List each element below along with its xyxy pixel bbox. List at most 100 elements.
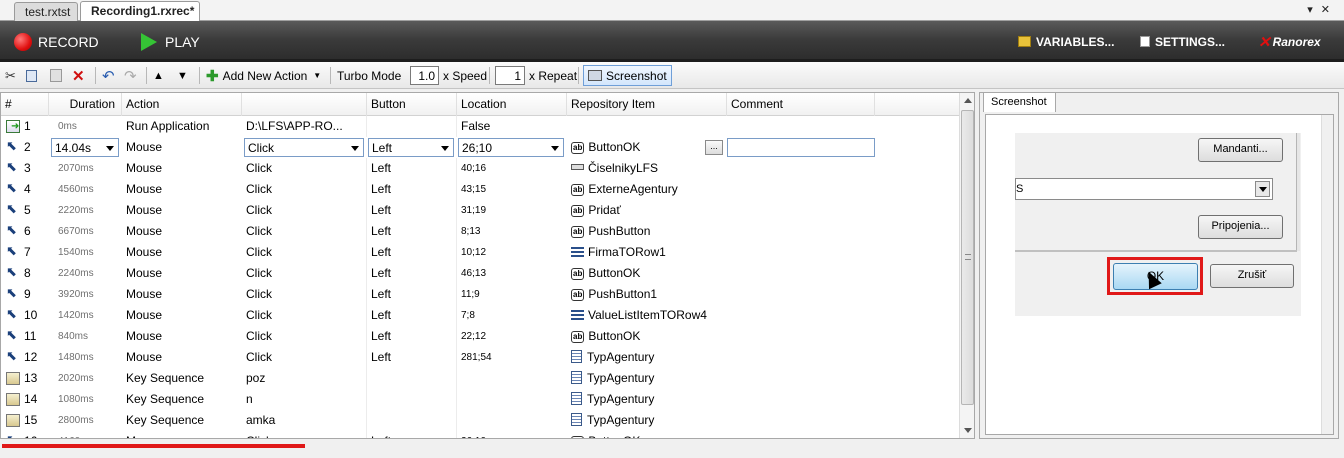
col-action[interactable]: Action	[122, 93, 242, 116]
button-dropdown[interactable]: Left	[368, 138, 454, 157]
action-cell[interactable]: Mouse	[122, 431, 240, 438]
paste-icon[interactable]	[50, 62, 62, 89]
argument-cell[interactable]: amka	[242, 410, 364, 431]
location-cell[interactable]: 281;54	[457, 347, 565, 368]
location-cell[interactable]: 22;12	[457, 326, 565, 347]
table-row[interactable]: ⬉ 9 3920ms Mouse Click Left 11;9 ab PushButton1	[1, 284, 959, 305]
action-cell[interactable]: Key Sequence	[122, 389, 240, 410]
argument-cell[interactable]: Click	[242, 179, 364, 200]
action-cell[interactable]: Mouse	[122, 242, 240, 263]
action-cell[interactable]: Run Application	[122, 116, 240, 137]
duration-cell[interactable]: 1540ms	[54, 242, 124, 263]
record-button[interactable]: RECORD	[14, 21, 99, 62]
speed-input[interactable]: 1.0	[410, 66, 439, 85]
location-cell[interactable]: 46;13	[457, 263, 565, 284]
location-cell[interactable]: 7;8	[457, 305, 565, 326]
action-cell[interactable]: Mouse	[122, 221, 240, 242]
argument-cell[interactable]: Click	[242, 200, 364, 221]
button-cell[interactable]	[367, 410, 455, 431]
button-cell[interactable]	[367, 116, 455, 137]
repository-item-cell[interactable]: ab Pridať	[567, 200, 717, 221]
col-button[interactable]: Button	[367, 93, 457, 116]
argument-cell[interactable]: Click	[242, 347, 364, 368]
location-cell[interactable]: False	[457, 116, 565, 137]
tab-list-dropdown-icon[interactable]: ▾	[1307, 4, 1321, 16]
duration-cell[interactable]: 2020ms	[54, 368, 124, 389]
location-cell[interactable]: 26;10	[457, 431, 565, 438]
button-cell[interactable]: Left	[367, 347, 455, 368]
repository-item-cell[interactable]: ab ExterneAgentury	[567, 179, 717, 200]
duration-cell[interactable]: 1080ms	[54, 389, 124, 410]
table-row[interactable]: ⬉ 8 2240ms Mouse Click Left 46;13 ab ButtonOK	[1, 263, 959, 284]
move-up-icon[interactable]: ▲	[153, 62, 164, 89]
table-row[interactable]: ⬉ 12 1480ms Mouse Click Left 281;54 TypAgentury	[1, 347, 959, 368]
table-row[interactable]: 15 2800ms Key Sequence amka TypAgentury	[1, 410, 959, 431]
button-cell[interactable]: Left	[367, 179, 455, 200]
location-cell[interactable]: 8;13	[457, 221, 565, 242]
undo-icon[interactable]: ↶	[102, 62, 115, 89]
table-row[interactable]: ⬉ 10 1420ms Mouse Click Left 7;8 ValueListItemT…	[1, 305, 959, 326]
action-cell[interactable]: Mouse	[122, 137, 240, 158]
table-row[interactable]: ➜ 1 0ms Run Application D:\LFS\APP-RO... Fals…	[1, 116, 959, 137]
location-cell[interactable]: 31;19	[457, 200, 565, 221]
action-cell[interactable]: Mouse	[122, 200, 240, 221]
repository-item-cell[interactable]: ab PushButton	[567, 221, 717, 242]
duration-cell[interactable]: 1420ms	[54, 305, 124, 326]
col-number[interactable]: #	[1, 93, 49, 116]
table-row[interactable]: ⬉ 3 2070ms Mouse Click Left 40;16 ČiselnikyLFS	[1, 158, 959, 179]
repository-item-cell[interactable]: ab PushButton1	[567, 284, 717, 305]
repository-item-cell[interactable]: abButtonOK	[567, 326, 717, 347]
argument-cell[interactable]: Click	[242, 158, 364, 179]
ranorex-logo[interactable]: ✕ Ranorex	[1258, 21, 1321, 62]
location-cell[interactable]: 10;12	[457, 242, 565, 263]
repository-item-cell[interactable]: abButtonOK	[567, 431, 717, 438]
table-row[interactable]: ⬉ 16 4160ms Mouse Click Left 26;10 abButtonOK	[1, 431, 959, 438]
table-row[interactable]: ⬉ 4 4560ms Mouse Click Left 43;15 ab ExterneAgen…	[1, 179, 959, 200]
button-cell[interactable]: Left	[367, 158, 455, 179]
scroll-thumb[interactable]	[961, 110, 974, 405]
button-cell[interactable]	[367, 368, 455, 389]
location-cell[interactable]	[457, 389, 565, 410]
cut-icon[interactable]: ✂	[5, 62, 16, 89]
action-cell[interactable]: Key Sequence	[122, 410, 240, 431]
table-row[interactable]: 13 2020ms Key Sequence poz TypAgentury	[1, 368, 959, 389]
action-cell[interactable]: Mouse	[122, 284, 240, 305]
screenshot-scrollbar[interactable]	[1321, 115, 1333, 434]
argument-cell[interactable]: Click	[242, 305, 364, 326]
screenshot-toggle-button[interactable]: Screenshot	[583, 65, 672, 86]
action-cell[interactable]: Mouse	[122, 326, 240, 347]
duration-dropdown[interactable]: 14.04s	[51, 138, 119, 157]
repository-item-cell[interactable]: TypAgentury	[567, 389, 717, 410]
copy-icon[interactable]	[26, 62, 37, 89]
duration-cell[interactable]: 0ms	[54, 116, 124, 137]
action-cell[interactable]: Mouse	[122, 158, 240, 179]
repository-item-cell[interactable]: FirmaTORow1	[567, 242, 717, 263]
button-cell[interactable]: Left	[367, 200, 455, 221]
location-cell[interactable]: 11;9	[457, 284, 565, 305]
argument-dropdown[interactable]: Click	[244, 138, 364, 157]
delete-icon[interactable]: ✕	[72, 62, 85, 89]
action-cell[interactable]: Mouse	[122, 179, 240, 200]
settings-button[interactable]: SETTINGS...	[1140, 21, 1225, 62]
tab-recording1[interactable]: Recording1.rxrec*	[80, 1, 200, 22]
duration-cell[interactable]: 1480ms	[54, 347, 124, 368]
col-repository-item[interactable]: Repository Item	[567, 93, 727, 116]
play-button[interactable]: PLAY	[141, 21, 200, 62]
add-new-action-button[interactable]: ✚ Add New Action ▼	[206, 62, 321, 89]
duration-cell[interactable]: 2800ms	[54, 410, 124, 431]
duration-cell[interactable]: 2240ms	[54, 263, 124, 284]
repository-item-cell[interactable]: ValueListItemTORow4	[567, 305, 717, 326]
button-cell[interactable]: Left	[367, 305, 455, 326]
comment-input[interactable]	[727, 138, 875, 157]
action-cell[interactable]: Mouse	[122, 305, 240, 326]
argument-cell[interactable]: n	[242, 389, 364, 410]
argument-cell[interactable]: Click	[242, 284, 364, 305]
repository-item-cell[interactable]: TypAgentury	[567, 368, 717, 389]
argument-cell[interactable]: Click	[242, 242, 364, 263]
scroll-up-icon[interactable]	[964, 98, 972, 103]
button-cell[interactable]: Left	[367, 431, 455, 438]
button-cell[interactable]: Left	[367, 221, 455, 242]
table-row[interactable]: ⬉ 5 2220ms Mouse Click Left 31;19 ab Pridať	[1, 200, 959, 221]
screenshot-panel-tab[interactable]: Screenshot	[983, 92, 1056, 112]
duration-cell[interactable]: 840ms	[54, 326, 124, 347]
